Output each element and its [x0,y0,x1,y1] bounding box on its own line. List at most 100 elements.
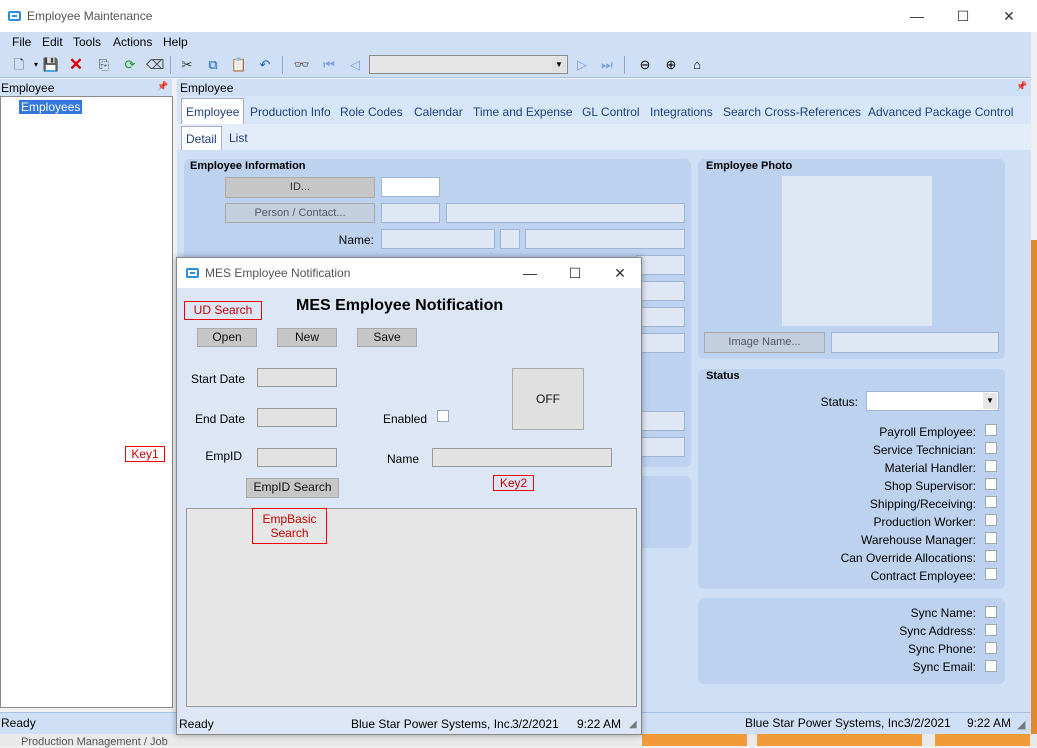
tab-calendar[interactable]: Calendar [414,105,463,119]
menu-edit[interactable]: Edit [42,35,63,49]
sync-phone-label: Sync Phone: [907,642,976,656]
open-button[interactable]: Open [197,328,257,347]
undo-icon[interactable]: ↶ [256,56,274,74]
sync-name-checkbox[interactable] [985,606,997,618]
material-handler-checkbox[interactable] [985,460,997,472]
person-contact-button[interactable]: Person / Contact... [225,203,375,223]
new-button[interactable]: New [277,328,337,347]
tab-search-cross-references[interactable]: Search Cross-References [723,105,861,119]
last-record-icon[interactable]: ⏭ [598,56,616,74]
previous-record-icon[interactable]: ◁ [346,56,364,74]
tab-advanced-package-control[interactable]: Advanced Package Control [868,105,1013,119]
mes-notification-dialog: MES Employee Notification — ☐ ✕ UD Searc… [176,257,642,735]
home-icon[interactable]: ⌂ [688,56,706,74]
sync-name-label: Sync Name: [910,606,976,620]
sync-email-checkbox[interactable] [985,660,997,672]
attach-icon[interactable]: ⎘ [95,56,113,74]
back-icon[interactable]: ⊖ [636,56,654,74]
enabled-checkbox[interactable] [437,410,449,422]
chevron-down-icon[interactable]: ▼ [983,393,997,409]
tab-integrations[interactable]: Integrations [650,105,713,119]
chevron-down-icon[interactable]: ▼ [552,57,566,72]
clear-icon[interactable]: ⌫ [146,56,164,74]
contract-employee-label: Contract Employee: [870,569,976,583]
contract-employee-checkbox[interactable] [985,568,997,580]
tab-employee[interactable]: Employee [181,98,245,124]
close-button[interactable]: ✕ [994,6,1024,26]
sync-phone-checkbox[interactable] [985,642,997,654]
info-field[interactable] [636,411,685,431]
image-name-button[interactable]: Image Name... [704,332,825,353]
dialog-close-button[interactable]: ✕ [606,263,634,283]
off-toggle-button[interactable]: OFF [512,368,584,430]
copy-icon[interactable]: ⧉ [204,56,222,74]
menu-file[interactable]: File [12,35,31,49]
info-field[interactable] [636,307,685,327]
tab-time-and-expense[interactable]: Time and Expense [473,105,573,119]
service-technician-checkbox[interactable] [985,442,997,454]
name-field[interactable] [432,448,612,467]
menu-actions[interactable]: Actions [113,35,152,49]
first-name-field[interactable] [381,229,495,249]
info-field[interactable] [636,437,685,457]
shipping-receiving-checkbox[interactable] [985,496,997,508]
end-date-field[interactable] [257,408,337,427]
new-icon[interactable]: 🗋 [10,56,28,74]
background-tile [935,734,1030,746]
last-name-field[interactable] [525,229,685,249]
production-worker-checkbox[interactable] [985,514,997,526]
maximize-button[interactable]: ☐ [948,6,978,26]
refresh-icon[interactable]: ⟳ [121,56,139,74]
can-override-allocations-checkbox[interactable] [985,550,997,562]
pin-icon[interactable]: 📌 [157,81,168,92]
info-field[interactable] [636,333,685,353]
dialog-status-text: Ready [179,717,214,731]
first-record-icon[interactable]: ⏮ [320,56,338,74]
pin-icon[interactable]: 📌 [1016,81,1027,92]
paste-icon[interactable]: 📋 [230,56,248,74]
resize-grip-icon[interactable]: ◢ [629,719,637,730]
tab-list[interactable]: List [229,131,248,145]
search-icon[interactable]: 👓 [293,56,311,74]
person-id-field[interactable] [381,203,440,223]
empid-field[interactable] [257,448,337,467]
warehouse-manager-checkbox[interactable] [985,532,997,544]
middle-initial-field[interactable] [500,229,520,249]
shop-supervisor-checkbox[interactable] [985,478,997,490]
sync-address-checkbox[interactable] [985,624,997,636]
minimize-button[interactable]: — [902,6,932,26]
image-name-field[interactable] [831,332,999,353]
tab-production-info[interactable]: Production Info [250,105,331,119]
resize-grip-icon[interactable]: ◢ [1017,718,1025,731]
menu-tools[interactable]: Tools [73,35,101,49]
save-icon[interactable]: 💾 [42,56,60,74]
record-selector[interactable]: ▼ [369,55,568,74]
forward-icon[interactable]: ⊕ [662,56,680,74]
sub-tabs: Detail List [177,124,1031,150]
id-button[interactable]: ID... [225,177,375,198]
next-record-icon[interactable]: ▷ [573,56,591,74]
app-icon [186,268,199,278]
tab-gl-control[interactable]: GL Control [582,105,640,119]
status-select[interactable]: ▼ [866,391,999,411]
dialog-minimize-button[interactable]: — [516,263,544,283]
info-field[interactable] [636,281,685,301]
start-date-field[interactable] [257,368,337,387]
payroll-employee-checkbox[interactable] [985,424,997,436]
person-name-field[interactable] [446,203,685,223]
save-button[interactable]: Save [357,328,417,347]
empid-search-button[interactable]: EmpID Search [246,478,339,498]
id-field[interactable] [381,177,440,197]
tab-detail[interactable]: Detail [181,126,222,150]
tab-role-codes[interactable]: Role Codes [340,105,403,119]
tree-panel-title: Employee [1,81,55,95]
tree-item-employees[interactable]: Employees [19,100,83,114]
menu-help[interactable]: Help [163,35,188,49]
background-window-text: Production Management / Job [21,736,168,748]
toolbar-separator [170,56,171,74]
dialog-maximize-button[interactable]: ☐ [561,263,589,283]
cut-icon[interactable]: ✂ [178,56,196,74]
delete-icon[interactable]: ✕ [67,56,85,74]
info-field[interactable] [636,255,685,275]
dialog-status-date: 3/2/2021 [512,717,559,731]
